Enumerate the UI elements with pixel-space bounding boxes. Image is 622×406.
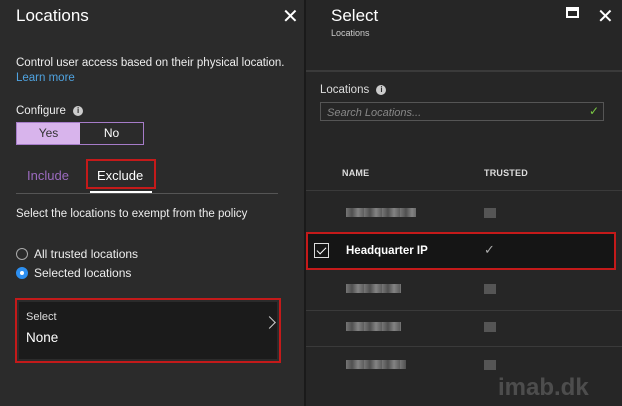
redacted-trusted	[484, 360, 496, 370]
header-separator	[306, 70, 622, 72]
info-icon[interactable]: i	[376, 85, 387, 95]
row-checkbox[interactable]	[314, 243, 329, 258]
redacted-location-name	[346, 322, 401, 331]
redacted-location-name	[346, 284, 401, 293]
location-name: Headquarter IP	[346, 245, 428, 257]
redacted-trusted	[484, 208, 496, 218]
description-text: Control user access based on their physi…	[16, 57, 285, 69]
exempt-instructions: Select the locations to exempt from the …	[16, 208, 248, 220]
redacted-location-name	[346, 360, 406, 369]
blade-subtitle: Locations	[331, 28, 370, 38]
blade-title-locations: Locations	[16, 6, 89, 25]
close-icon[interactable]: ✕	[282, 4, 299, 29]
tab-exclude[interactable]: Exclude	[97, 168, 143, 183]
radio-label: Selected locations	[34, 266, 132, 280]
maximize-icon[interactable]	[566, 7, 579, 18]
locations-field-label: Locations i	[320, 84, 387, 96]
blade-title-select: Select	[331, 6, 379, 25]
row-divider	[306, 310, 622, 311]
trusted-check-icon: ✓	[484, 242, 495, 257]
select-label: Select	[26, 311, 57, 323]
column-trusted[interactable]: TRUSTED	[484, 168, 528, 178]
watermark: imab.dk	[498, 374, 589, 401]
search-box[interactable]: ✓	[320, 102, 604, 121]
radio-selected-locations[interactable]: Selected locations	[16, 266, 131, 280]
locations-label-text: Locations	[320, 84, 370, 96]
learn-more-link[interactable]: Learn more	[16, 72, 75, 84]
close-icon[interactable]: ✕	[597, 4, 614, 29]
toggle-no[interactable]: No	[80, 123, 143, 144]
redacted-trusted	[484, 322, 496, 332]
configure-label: Configure i	[16, 105, 84, 117]
column-name[interactable]: NAME	[342, 168, 369, 178]
toggle-yes[interactable]: Yes	[17, 123, 80, 144]
select-value: None	[26, 330, 59, 345]
tab-active-indicator	[90, 191, 152, 193]
row-divider	[306, 190, 622, 191]
check-icon: ✓	[588, 104, 599, 118]
configure-text: Configure	[16, 105, 66, 117]
tab-underline	[16, 193, 278, 194]
configure-toggle[interactable]: Yes No	[16, 122, 144, 145]
tab-include[interactable]: Include	[27, 168, 69, 183]
radio-button[interactable]	[16, 267, 28, 279]
radio-button[interactable]	[16, 248, 28, 260]
search-input[interactable]	[325, 104, 579, 121]
info-icon[interactable]: i	[73, 106, 84, 116]
description: Control user access based on their physi…	[16, 56, 286, 86]
radio-all-trusted[interactable]: All trusted locations	[16, 247, 138, 261]
redacted-trusted	[484, 284, 496, 294]
row-divider	[306, 346, 622, 347]
radio-label: All trusted locations	[34, 247, 139, 261]
redacted-location-name	[346, 208, 416, 217]
